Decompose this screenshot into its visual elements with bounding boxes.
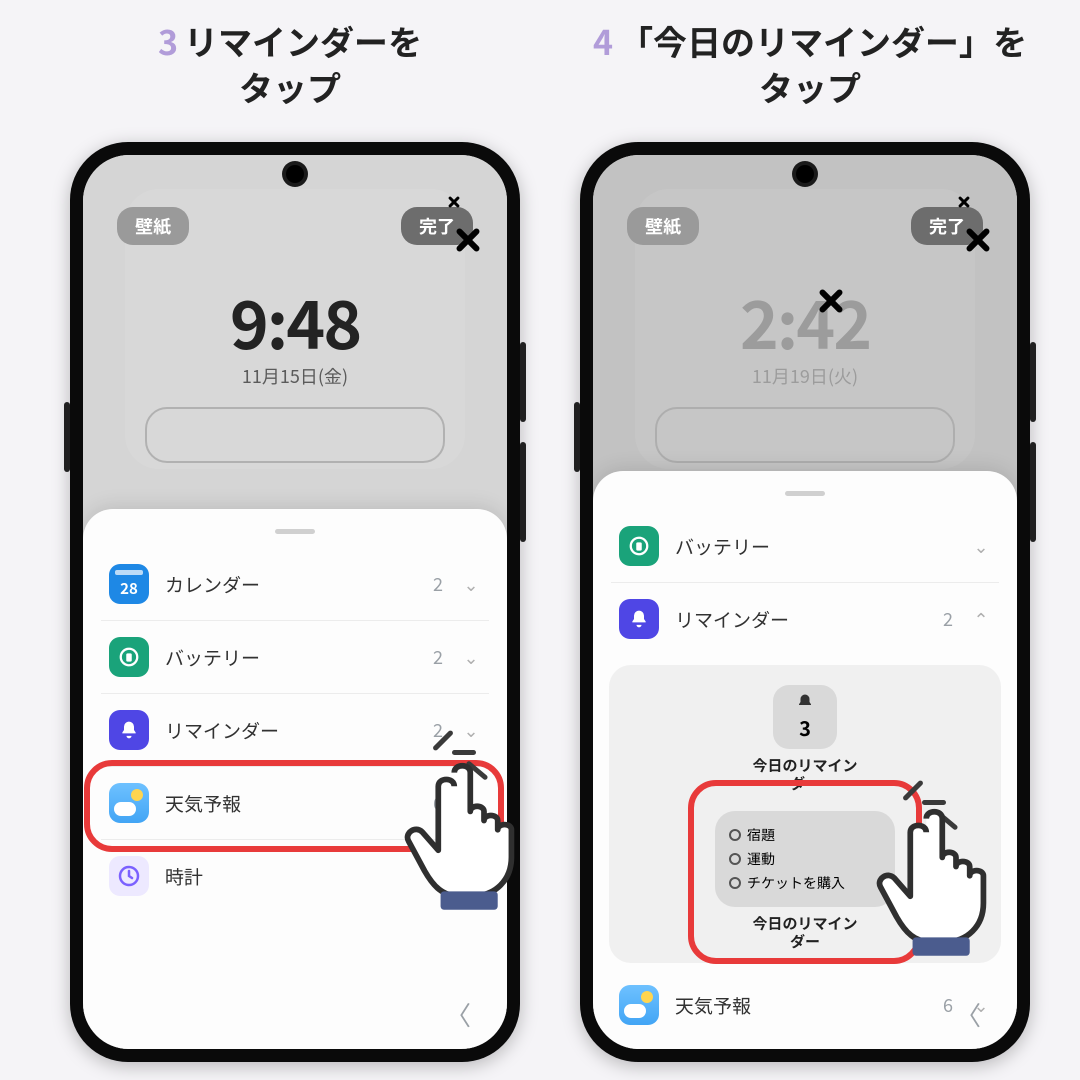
wallpaper-button[interactable]: 壁紙 bbox=[627, 207, 699, 245]
phone-mockup-left: 壁紙 完了 9:48 11月15日(金) bbox=[70, 142, 520, 1062]
lock-clock-time: 2:42 bbox=[593, 273, 1017, 369]
widget-app-row-weather[interactable]: 天気予報 6 ⌄ bbox=[101, 767, 489, 840]
row-count: 2 bbox=[429, 571, 443, 597]
widget-picker-sheet: 28 カレンダー 2 ⌄ バッテリー 2 ⌄ bbox=[83, 509, 507, 1049]
sparkle-icon bbox=[963, 225, 993, 255]
row-label: リマインダー bbox=[165, 717, 413, 744]
widget-caption-small: 今日のリマインダー bbox=[752, 757, 857, 793]
row-label: 天気予報 bbox=[675, 992, 923, 1019]
sparkle-icon bbox=[447, 195, 461, 209]
reminder-item: 宿題 bbox=[729, 825, 879, 845]
step3-caption: 3リマインダーを タップ bbox=[30, 18, 550, 110]
back-chevron[interactable]: 〈 bbox=[445, 996, 471, 1033]
widget-picker-sheet: バッテリー ⌄ リマインダー 2 ⌃ bbox=[593, 471, 1017, 1049]
step3-line2: タップ bbox=[30, 64, 550, 110]
step3-number: 3 bbox=[158, 16, 178, 65]
widget-app-row-reminder[interactable]: リマインダー 2 ⌃ bbox=[611, 583, 999, 655]
step4-line2: タップ bbox=[540, 64, 1080, 110]
row-count: 2 bbox=[429, 644, 443, 670]
lock-clock-time: 9:48 bbox=[83, 273, 507, 369]
done-button[interactable]: 完了 bbox=[401, 207, 473, 245]
bullet-icon bbox=[729, 877, 741, 889]
bullet-icon bbox=[729, 853, 741, 865]
lock-clock-date: 11月15日(金) bbox=[83, 363, 507, 389]
chevron-down-icon: ⌄ bbox=[461, 644, 481, 670]
wallpaper-button[interactable]: 壁紙 bbox=[117, 207, 189, 245]
sparkle-icon bbox=[957, 195, 971, 209]
phone-mockup-right: 壁紙 完了 2:42 11月19日(火) bbox=[580, 142, 1030, 1062]
widget-app-row-calendar[interactable]: 28 カレンダー 2 ⌄ bbox=[101, 548, 489, 621]
reminder-item: 運動 bbox=[729, 849, 879, 869]
step4-number: 4 bbox=[593, 16, 613, 65]
power-button bbox=[574, 402, 580, 472]
reminder-item: チケットを購入 bbox=[729, 873, 879, 893]
row-label: 時計 bbox=[165, 863, 413, 890]
reminder-widget-small[interactable]: 3 bbox=[773, 685, 837, 749]
chevron-down-icon: ⌄ bbox=[461, 863, 481, 889]
done-label: 完了 bbox=[419, 213, 455, 239]
widget-app-row-battery[interactable]: バッテリー ⌄ bbox=[611, 510, 999, 583]
widget-app-row-battery[interactable]: バッテリー 2 ⌄ bbox=[101, 621, 489, 694]
row-count: 6 bbox=[939, 992, 953, 1018]
chevron-down-icon: ⌄ bbox=[971, 533, 991, 559]
widget-app-row-clock[interactable]: 時計 1 ⌄ bbox=[101, 840, 489, 912]
bell-icon bbox=[109, 710, 149, 750]
bullet-icon bbox=[729, 829, 741, 841]
row-label: バッテリー bbox=[675, 533, 923, 560]
volume-button bbox=[1030, 442, 1036, 542]
drag-handle[interactable] bbox=[785, 491, 825, 496]
empty-widget-slot[interactable] bbox=[145, 407, 445, 463]
front-camera bbox=[796, 165, 814, 183]
widget-count: 3 bbox=[799, 713, 811, 742]
widget-app-row-reminder[interactable]: リマインダー 2 ⌄ bbox=[101, 694, 489, 767]
power-button bbox=[64, 402, 70, 472]
weather-icon bbox=[109, 783, 149, 823]
back-chevron[interactable]: 〈 bbox=[955, 996, 981, 1033]
widget-caption-large: 今日のリマインダー bbox=[752, 915, 857, 951]
bell-icon bbox=[796, 693, 814, 711]
battery-icon bbox=[619, 526, 659, 566]
row-label: カレンダー bbox=[165, 571, 413, 598]
clock-icon bbox=[109, 856, 149, 896]
chevron-down-icon: ⌄ bbox=[461, 571, 481, 597]
volume-button bbox=[1030, 342, 1036, 422]
reminder-widget-large[interactable]: 宿題 運動 チケットを購入 bbox=[715, 811, 895, 907]
done-label: 完了 bbox=[929, 213, 965, 239]
done-button[interactable]: 完了 bbox=[911, 207, 983, 245]
row-count: 6 bbox=[429, 790, 443, 816]
calendar-icon: 28 bbox=[109, 564, 149, 604]
chevron-down-icon: ⌄ bbox=[461, 790, 481, 816]
row-label: バッテリー bbox=[165, 644, 413, 671]
sparkle-icon bbox=[453, 225, 483, 255]
row-count: 2 bbox=[939, 606, 953, 632]
front-camera bbox=[286, 165, 304, 183]
weather-icon bbox=[619, 985, 659, 1025]
volume-button bbox=[520, 442, 526, 542]
widget-app-row-weather[interactable]: 天気予報 6 ⌄ bbox=[611, 969, 999, 1041]
step4-line1: 「今日のリマインダー」を bbox=[619, 16, 1027, 65]
bell-icon bbox=[619, 599, 659, 639]
step3-line1: リマインダーを bbox=[184, 16, 422, 65]
lock-clock-date: 11月19日(火) bbox=[593, 363, 1017, 389]
empty-widget-slot[interactable] bbox=[655, 407, 955, 463]
battery-icon bbox=[109, 637, 149, 677]
row-count: 1 bbox=[429, 863, 443, 889]
step4-caption: 4「今日のリマインダー」を タップ bbox=[540, 18, 1080, 110]
row-label: リマインダー bbox=[675, 606, 923, 633]
chevron-down-icon: ⌄ bbox=[461, 717, 481, 743]
drag-handle[interactable] bbox=[275, 529, 315, 534]
row-label: 天気予報 bbox=[165, 790, 413, 817]
volume-button bbox=[520, 342, 526, 422]
chevron-up-icon: ⌃ bbox=[971, 606, 991, 632]
